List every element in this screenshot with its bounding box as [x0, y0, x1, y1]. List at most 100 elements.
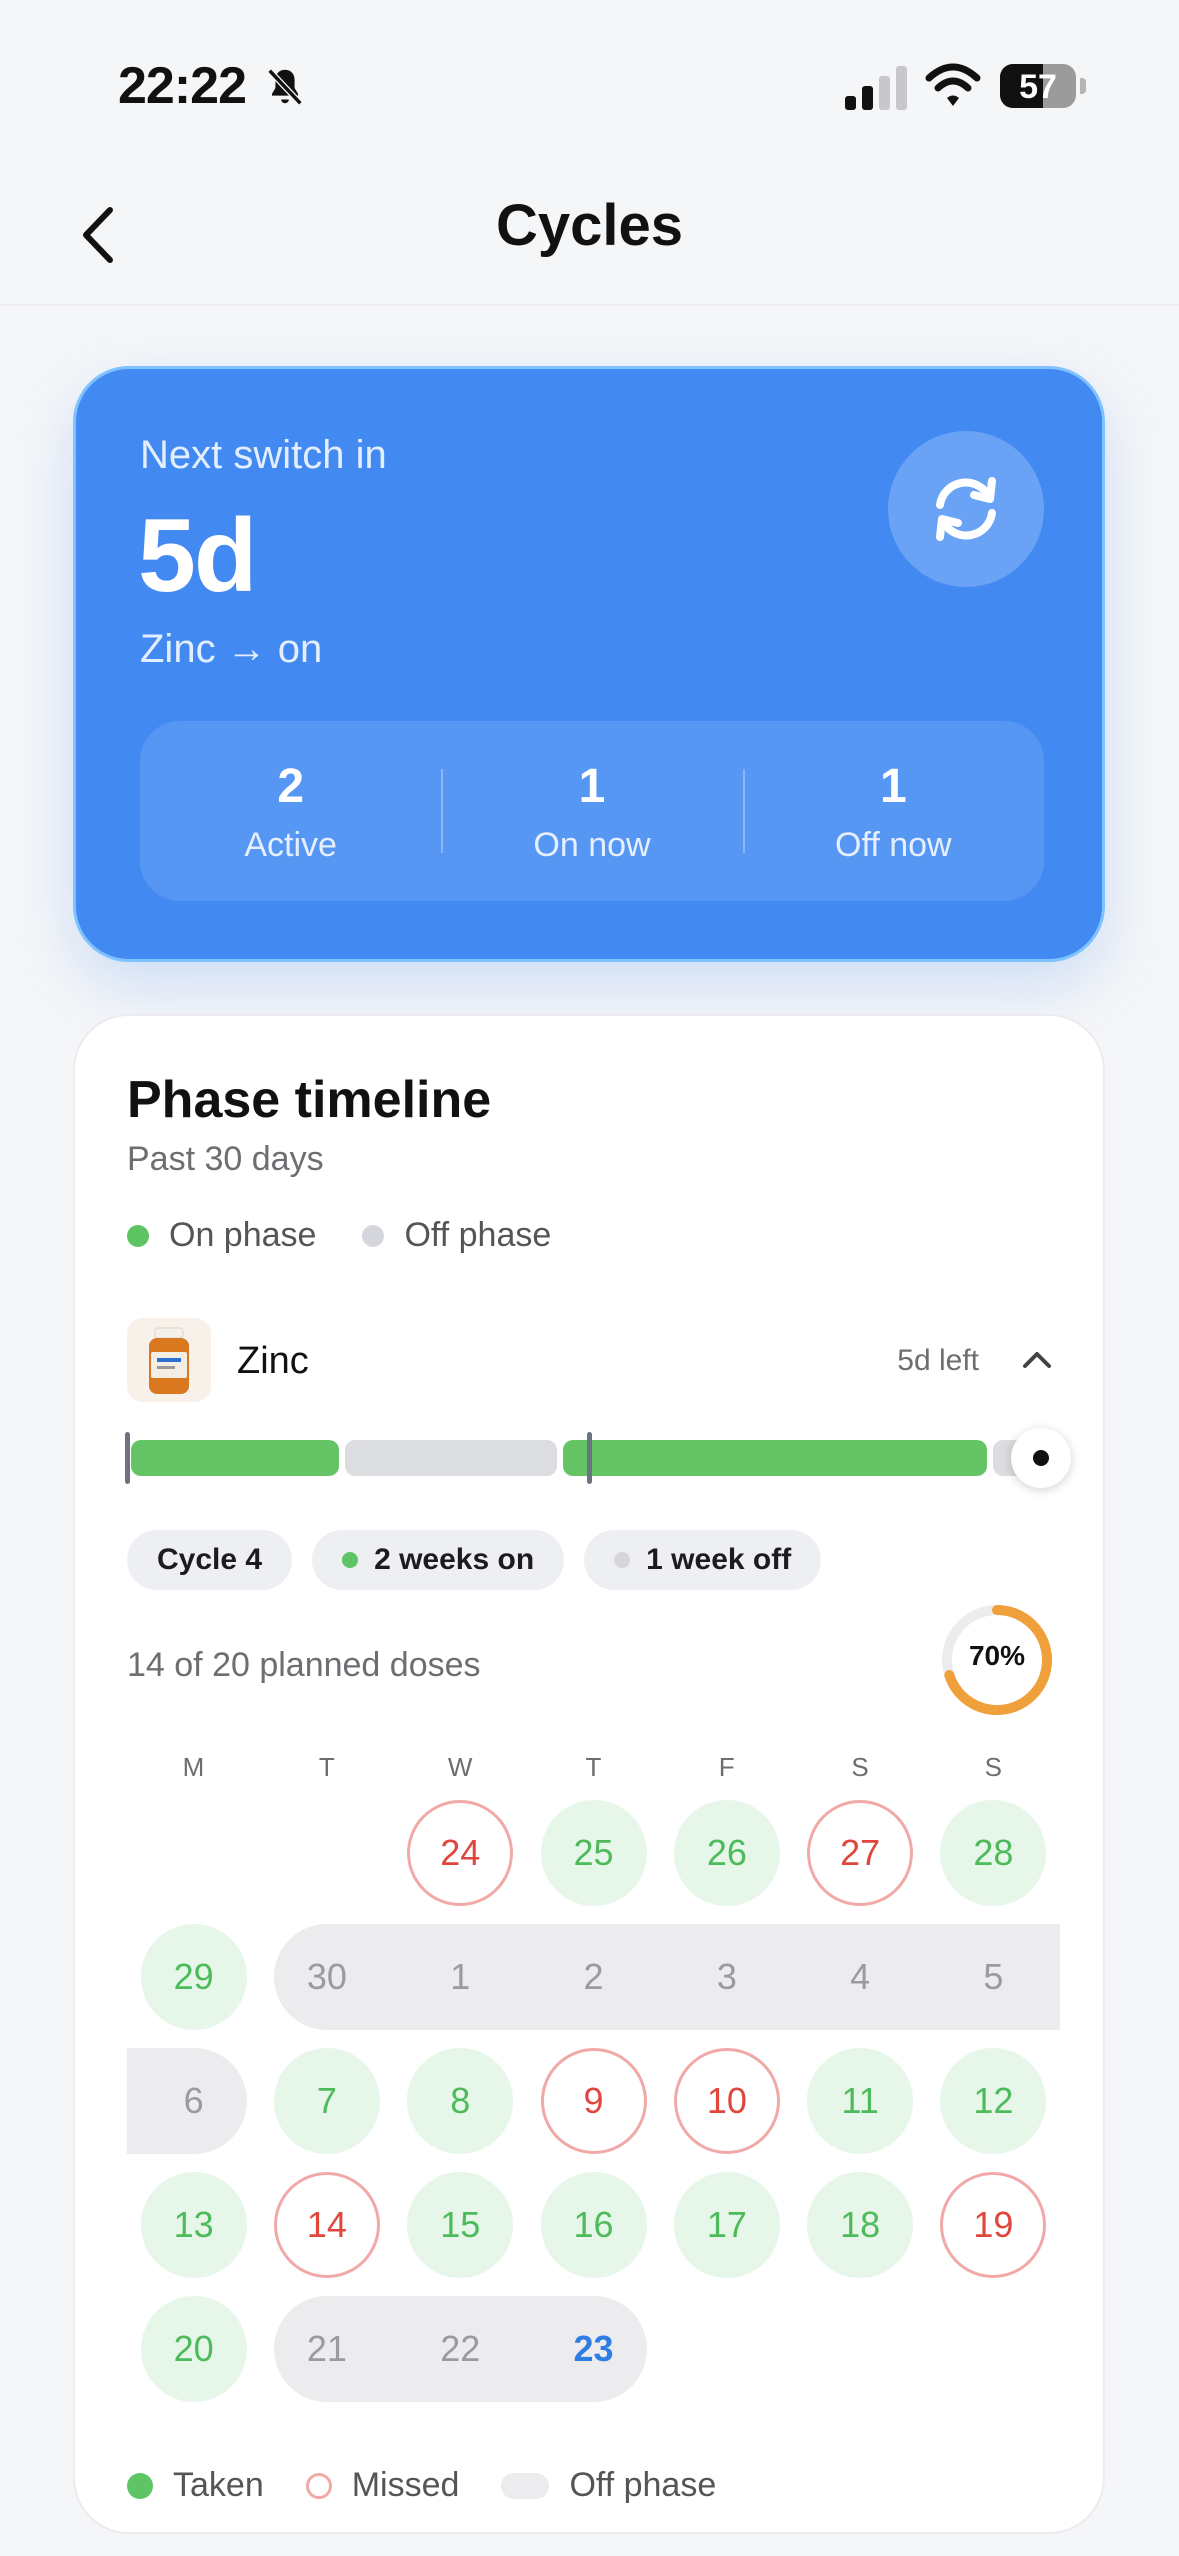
supplement-row-zinc[interactable]: Zinc 5d left [127, 1316, 1057, 1412]
calendar-day-17[interactable]: 17 [673, 2172, 780, 2278]
cycle-chips: Cycle 4 2 weeks on 1 week off [127, 1530, 841, 1590]
adherence-progress-ring: 70% [937, 1600, 1057, 1720]
calendar-day-6[interactable]: 6 [141, 2048, 247, 2154]
phase-segment-on [131, 1440, 339, 1476]
phase-segment-on [563, 1440, 987, 1476]
calendar-day-10[interactable]: 10 [673, 2048, 780, 2154]
battery-tip [1080, 78, 1086, 94]
calendar-day-7[interactable]: 7 [273, 2048, 380, 2154]
missed-swatch [305, 2472, 332, 2499]
supplement-name: Zinc [237, 1340, 309, 1382]
phase-marker [587, 1432, 592, 1484]
legend-label: Off phase [404, 1216, 552, 1254]
calendar-day-14[interactable]: 14 [273, 2172, 380, 2278]
calendar-day-18[interactable]: 18 [807, 2172, 914, 2278]
taken-swatch [127, 2472, 153, 2499]
phase-bar [125, 1426, 1071, 1490]
stat-on-now: 1 On now [441, 721, 742, 901]
legend-label: Missed [351, 2466, 460, 2504]
weekday-label: F [718, 1752, 735, 1782]
weekday-label: M [182, 1752, 205, 1782]
chip-label: 2 weeks on [374, 1543, 535, 1576]
legend-taken: Taken [127, 2466, 264, 2505]
calendar-day-16[interactable]: 16 [540, 2172, 647, 2278]
battery-percent: 57 [1019, 68, 1057, 106]
calendar-day-28[interactable]: 28 [940, 1800, 1047, 1906]
stat-label: Active [244, 826, 337, 864]
calendar-day-20[interactable]: 20 [140, 2296, 247, 2402]
calendar-day-9[interactable]: 9 [540, 2048, 647, 2154]
adherence-percent: 70% [968, 1640, 1026, 1671]
calendar-day-11[interactable]: 11 [807, 2048, 914, 2154]
on-phase-dot [342, 1552, 359, 1568]
bell-slash-icon [267, 68, 303, 106]
next-switch-label: Next switch in [140, 433, 387, 477]
calendar-day-8[interactable]: 8 [407, 2048, 514, 2154]
stat-value: 1 [879, 760, 907, 813]
phase-timeline-card: Phase timeline Past 30 days On phase Off… [73, 1014, 1105, 2534]
calendar-day-3[interactable]: 3 [674, 1924, 780, 2030]
off-phase-dot [362, 1224, 385, 1247]
calendar-day-30[interactable]: 30 [274, 1924, 380, 2030]
current-position-handle [1011, 1428, 1071, 1488]
refresh-button[interactable] [888, 431, 1044, 587]
status-bar: 22:22 57 [0, 0, 1179, 170]
next-switch-value: 5d [138, 498, 257, 614]
calendar-day-4[interactable]: 4 [807, 1924, 913, 2030]
weekday-label: S [851, 1752, 869, 1782]
calendar-day-27[interactable]: 27 [807, 1800, 914, 1906]
on-phase-dot [127, 1224, 149, 1247]
on-duration-chip: 2 weeks on [312, 1530, 565, 1590]
chevron-up-icon[interactable] [1017, 1340, 1057, 1380]
weekday-label: S [984, 1752, 1002, 1782]
calendar-day-12[interactable]: 12 [940, 2048, 1047, 2154]
off-phase-dot [614, 1552, 631, 1568]
legend-label: Taken [173, 2466, 264, 2504]
calendar-day-15[interactable]: 15 [407, 2172, 514, 2278]
legend-label: On phase [169, 1216, 317, 1254]
calendar-day-23[interactable]: 23 [541, 2296, 647, 2402]
weekday-header: MTWTFSS [127, 1752, 1061, 1792]
calendar-legend: Taken Missed Off phase [127, 2466, 758, 2505]
weekday-label: T [318, 1752, 335, 1782]
chip-label: Cycle 4 [157, 1543, 263, 1576]
battery-indicator: 57 [1000, 64, 1076, 108]
dose-calendar: 24 25 26 27 28 29 30 1 2 3 4 5 6 7 8 9 10 11 12 13 14 15 16 17 1… [127, 1800, 1061, 2420]
phase-marker [125, 1432, 130, 1484]
calendar-day-29[interactable]: 29 [140, 1924, 247, 2030]
legend-label: Off phase [569, 2466, 717, 2504]
chip-label: 1 week off [646, 1543, 792, 1576]
nav-bar: Cycles [0, 170, 1179, 306]
calendar-day-26[interactable]: 26 [673, 1800, 780, 1906]
status-time: 22:22 [118, 57, 247, 115]
calendar-day-21[interactable]: 21 [274, 2296, 380, 2402]
cycle-stats: 2 Active 1 On now 1 Off now [140, 721, 1044, 901]
calendar-day-25[interactable]: 25 [540, 1800, 647, 1906]
legend-missed: Missed [305, 2466, 460, 2505]
legend-on-phase: On phase [127, 1216, 316, 1255]
phase-segment-off [345, 1440, 557, 1476]
off-phase-swatch [501, 2472, 550, 2499]
stat-value: 2 [277, 760, 305, 813]
calendar-day-2[interactable]: 2 [541, 1924, 647, 2030]
stat-divider [441, 769, 444, 853]
next-switch-subtitle: Zinc → on [140, 627, 323, 671]
legend-off-phase: Off phase [362, 1216, 551, 1255]
calendar-day-1[interactable]: 1 [407, 1924, 513, 2030]
supplement-bottle-icon [127, 1318, 211, 1402]
timeline-subtitle: Past 30 days [127, 1140, 324, 1178]
calendar-day-24[interactable]: 24 [407, 1800, 514, 1906]
refresh-icon [936, 477, 996, 541]
stat-off-now: 1 Off now [742, 721, 1044, 901]
legend-off-phase: Off phase [501, 2466, 716, 2505]
calendar-day-22[interactable]: 22 [407, 2296, 513, 2402]
calendar-day-5[interactable]: 5 [940, 1924, 1046, 2030]
stat-active: 2 Active [140, 721, 441, 901]
stat-divider [742, 769, 745, 853]
next-switch-card: Next switch in 5d Zinc → on 2 Active 1 O… [73, 366, 1105, 962]
calendar-day-13[interactable]: 13 [140, 2172, 247, 2278]
calendar-day-19[interactable]: 19 [940, 2172, 1047, 2278]
timeline-title: Phase timeline [127, 1071, 492, 1129]
cellular-signal-icon [845, 66, 907, 110]
off-duration-chip: 1 week off [584, 1530, 822, 1590]
